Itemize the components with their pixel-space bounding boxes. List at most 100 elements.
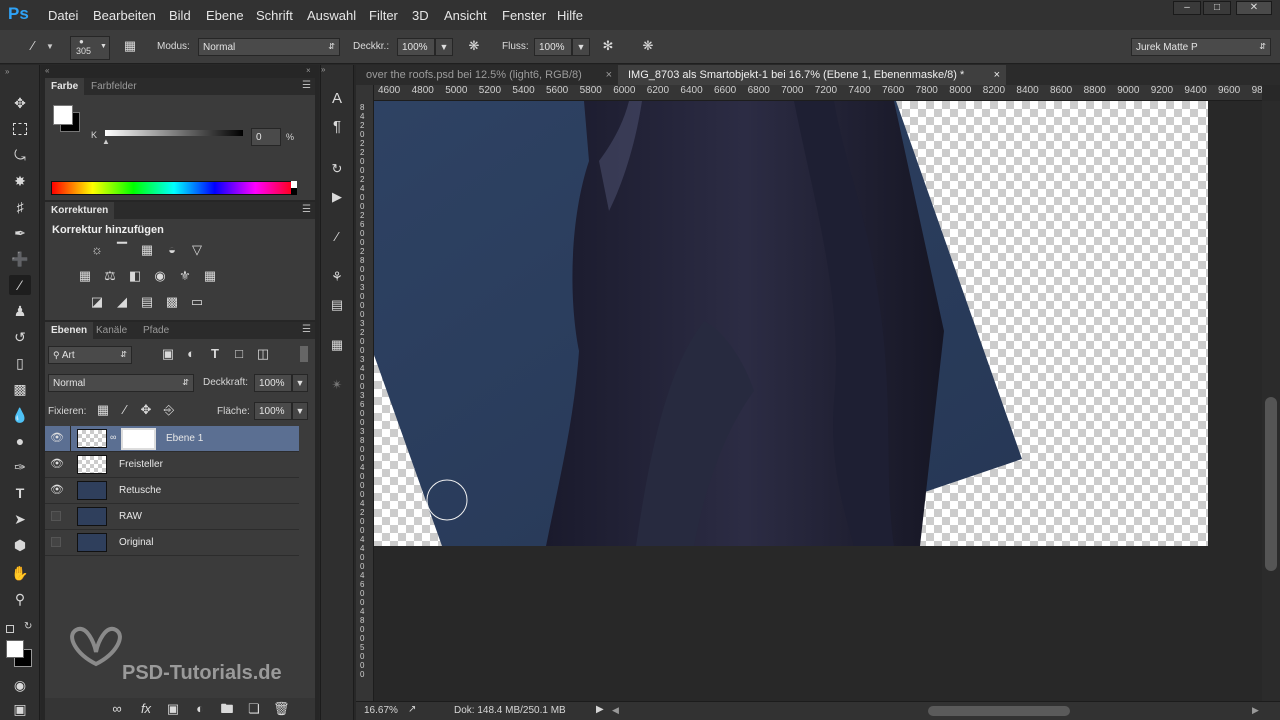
brush-presets-icon[interactable]: ⁄ bbox=[329, 229, 345, 245]
lock-all-icon[interactable]: ⎆ bbox=[161, 402, 177, 418]
link-layers-icon[interactable]: ∞ bbox=[109, 701, 125, 717]
minimize-button[interactable]: – bbox=[1173, 1, 1201, 15]
crop-tool-icon[interactable]: ♯ bbox=[9, 197, 31, 217]
eraser-tool-icon[interactable]: ▯ bbox=[9, 353, 31, 373]
color-balance-adjustment-icon[interactable]: ⚖ bbox=[102, 268, 118, 284]
eye-icon[interactable]: 👁 bbox=[50, 431, 64, 445]
scroll-left-icon[interactable]: ◀ bbox=[612, 705, 619, 716]
hue-saturation-adjustment-icon[interactable]: ▦ bbox=[77, 268, 93, 284]
foreground-color-swatch[interactable] bbox=[6, 640, 24, 658]
layer-mask-thumbnail[interactable] bbox=[121, 428, 156, 450]
filter-type-icon[interactable]: T bbox=[207, 346, 223, 362]
eye-icon[interactable]: 👁 bbox=[50, 483, 64, 497]
airbrush-icon[interactable]: ✻ bbox=[600, 38, 616, 54]
blend-mode-select[interactable]: Normal ⇵ bbox=[48, 374, 194, 392]
panel-menu-icon[interactable]: ☰ bbox=[302, 204, 311, 215]
preset-dropdown-arrow-icon[interactable]: ▼ bbox=[46, 42, 54, 51]
properties-panel-icon[interactable]: ✴ bbox=[329, 377, 345, 393]
eye-icon[interactable]: 👁 bbox=[50, 457, 64, 471]
menu-bild[interactable]: Bild bbox=[169, 8, 191, 23]
new-layer-icon[interactable]: ❏ bbox=[246, 701, 262, 717]
flow-input[interactable]: 100% bbox=[534, 38, 572, 56]
gradient-map-adjustment-icon[interactable]: ▭ bbox=[189, 294, 205, 310]
menu-filter[interactable]: Filter bbox=[369, 8, 398, 23]
fill-dropdown[interactable]: ▼ bbox=[292, 402, 308, 420]
type-tool-icon[interactable]: T bbox=[9, 483, 31, 503]
path-selection-tool-icon[interactable]: ➤ bbox=[9, 509, 31, 529]
close-panel-icon[interactable]: × bbox=[306, 66, 311, 75]
layer-row[interactable]: 👁 ∞ Ebene 1 bbox=[45, 426, 299, 452]
workspace-select[interactable]: Jurek Matte P ⇵ bbox=[1131, 38, 1271, 56]
clone-source-icon[interactable]: ▤ bbox=[329, 297, 345, 313]
selective-color-adjustment-icon[interactable]: ▩ bbox=[164, 294, 180, 310]
maximize-button[interactable]: □ bbox=[1203, 1, 1231, 15]
menu-ebene[interactable]: Ebene bbox=[206, 8, 244, 23]
dodge-tool-icon[interactable]: ● bbox=[9, 431, 31, 451]
k-slider-track[interactable] bbox=[105, 130, 243, 136]
new-adjustment-icon[interactable]: ◐ bbox=[192, 701, 208, 717]
layer-row[interactable]: Original bbox=[45, 530, 299, 556]
collapse-arrows-icon[interactable]: » bbox=[5, 67, 9, 76]
chain-link-icon[interactable]: ∞ bbox=[110, 432, 116, 442]
paragraph-panel-icon[interactable]: ¶ bbox=[329, 119, 345, 135]
k-slider-thumb-icon[interactable]: ▲ bbox=[102, 137, 110, 146]
invert-adjustment-icon[interactable]: ◪ bbox=[89, 294, 105, 310]
foreground-color-swatch[interactable] bbox=[53, 105, 73, 125]
shape-tool-icon[interactable]: ⬢ bbox=[9, 535, 31, 555]
brush-panel-icon[interactable]: ⚘ bbox=[329, 269, 345, 285]
menu-hilfe[interactable]: Hilfe bbox=[557, 8, 583, 23]
close-icon[interactable]: × bbox=[994, 65, 1000, 85]
document-tab[interactable]: over the roofs.psd bei 12.5% (light6, RG… bbox=[356, 65, 618, 85]
tab-farbe[interactable]: Farbe bbox=[45, 78, 85, 95]
layer-name[interactable]: Original bbox=[119, 537, 153, 548]
filter-toggle-switch[interactable] bbox=[300, 346, 308, 362]
blur-tool-icon[interactable]: 💧 bbox=[9, 405, 31, 425]
brush-size-picker[interactable]: ● 305 ▼ bbox=[70, 36, 110, 60]
fill-input[interactable]: 100% bbox=[254, 402, 292, 420]
brush-panel-toggle-icon[interactable]: ▦ bbox=[122, 38, 138, 54]
layer-name[interactable]: Ebene 1 bbox=[166, 433, 203, 444]
tab-kanaele[interactable]: Kanäle bbox=[90, 322, 133, 339]
brush-tool-icon[interactable]: ⁄ bbox=[9, 275, 31, 295]
vertical-scrollbar[interactable] bbox=[1262, 101, 1280, 701]
marquee-tool-icon[interactable] bbox=[9, 119, 31, 139]
tab-ebenen[interactable]: Ebenen bbox=[45, 322, 94, 339]
clone-stamp-tool-icon[interactable]: ♟ bbox=[9, 301, 31, 321]
vertical-scrollbar-thumb[interactable] bbox=[1265, 397, 1277, 571]
fx-icon[interactable]: fx bbox=[138, 701, 154, 717]
layer-thumbnail[interactable] bbox=[77, 455, 107, 474]
brightness-adjustment-icon[interactable]: ☼ bbox=[89, 242, 105, 258]
tab-pfade[interactable]: Pfade bbox=[137, 322, 175, 339]
layer-thumbnail[interactable] bbox=[77, 533, 107, 552]
layer-name[interactable]: RAW bbox=[119, 511, 142, 522]
layer-row[interactable]: RAW bbox=[45, 504, 299, 530]
layer-thumbnail[interactable] bbox=[77, 507, 107, 526]
lock-transparency-icon[interactable]: ▦ bbox=[95, 402, 111, 418]
layer-name[interactable]: Freisteller bbox=[119, 459, 163, 470]
expand-arrows-icon[interactable]: » bbox=[321, 65, 325, 74]
lasso-tool-icon[interactable]: ⤿ bbox=[9, 145, 31, 165]
threshold-adjustment-icon[interactable]: ▤ bbox=[139, 294, 155, 310]
document-tab[interactable]: IMG_8703 als Smartobjekt-1 bei 16.7% (Eb… bbox=[618, 65, 1006, 85]
lock-pixels-icon[interactable]: ⁄ bbox=[117, 402, 133, 418]
posterize-adjustment-icon[interactable]: ◢ bbox=[114, 294, 130, 310]
color-spectrum-ramp[interactable] bbox=[51, 181, 297, 195]
hand-tool-icon[interactable]: ✋ bbox=[9, 563, 31, 583]
ramp-black-swatch[interactable] bbox=[291, 188, 297, 195]
layer-opacity-input[interactable]: 100% bbox=[254, 374, 292, 392]
move-tool-icon[interactable]: ✥ bbox=[9, 93, 31, 113]
menu-3d[interactable]: 3D bbox=[412, 8, 429, 23]
k-value-input[interactable]: 0 bbox=[251, 128, 281, 146]
horizontal-scrollbar-thumb[interactable] bbox=[928, 706, 1070, 716]
layer-name[interactable]: Retusche bbox=[119, 485, 161, 496]
ramp-white-swatch[interactable] bbox=[291, 181, 297, 188]
flow-dropdown-button[interactable]: ▼ bbox=[572, 38, 590, 56]
zoom-tool-icon[interactable]: ⚲ bbox=[9, 589, 31, 609]
healing-brush-tool-icon[interactable]: ➕ bbox=[9, 249, 31, 269]
history-panel-icon[interactable]: ↻ bbox=[329, 161, 345, 177]
status-menu-arrow-icon[interactable]: ▶ bbox=[596, 704, 604, 715]
filter-adjustment-icon[interactable]: ◐ bbox=[183, 346, 199, 362]
add-mask-icon[interactable]: ▣ bbox=[165, 701, 181, 717]
filter-smartobject-icon[interactable]: ◫ bbox=[255, 346, 271, 362]
character-panel-icon[interactable]: A bbox=[329, 91, 345, 107]
